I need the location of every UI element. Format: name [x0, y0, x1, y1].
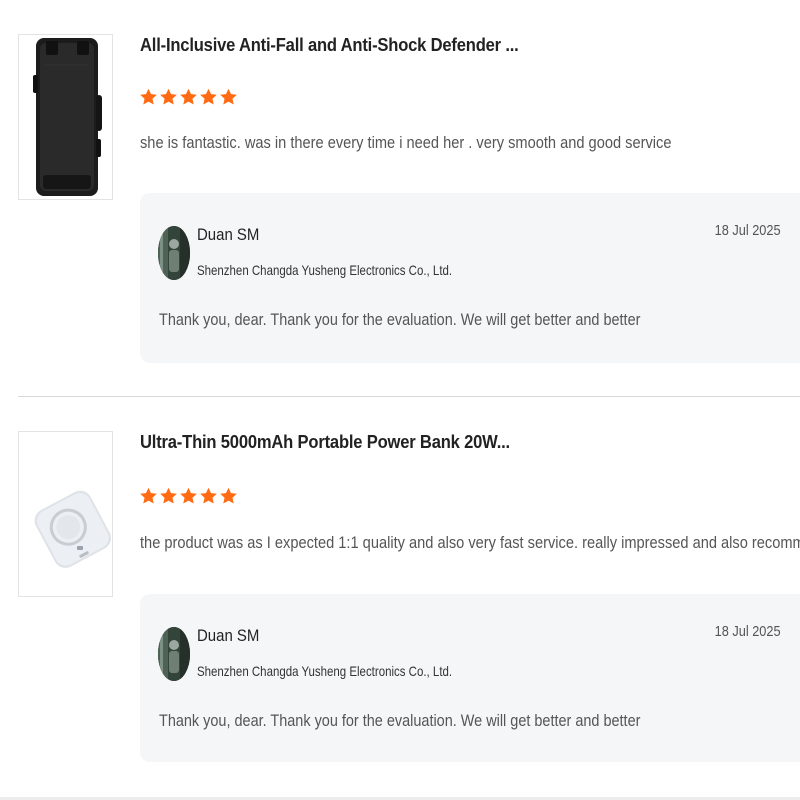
- star-icon: [180, 88, 197, 105]
- review-divider: [18, 396, 800, 397]
- power-bank-image: [19, 432, 112, 596]
- review-comment: she is fantastic. was in there every tim…: [140, 133, 672, 152]
- product-thumbnail[interactable]: [18, 34, 113, 200]
- review-comment: the product was as I expected 1:1 qualit…: [140, 533, 800, 552]
- seller-company: Shenzhen Changda Yusheng Electronics Co.…: [197, 262, 453, 278]
- star-icon: [220, 88, 237, 105]
- seller-name: Duan SM: [197, 225, 260, 244]
- review-card: All-Inclusive Anti-Fall and Anti-Shock D…: [0, 0, 800, 397]
- seller-reply: Duan SM Shenzhen Changda Yusheng Electro…: [140, 594, 800, 762]
- seller-company: Shenzhen Changda Yusheng Electronics Co.…: [197, 663, 453, 679]
- seller-avatar-image: [158, 226, 190, 280]
- reply-date: 18 Jul 2025: [715, 623, 781, 640]
- star-rating: [139, 485, 238, 511]
- seller-name: Duan SM: [197, 626, 260, 645]
- reply-date: 18 Jul 2025: [715, 222, 781, 239]
- review-card: Ultra-Thin 5000mAh Portable Power Bank 2…: [0, 398, 800, 798]
- seller-reply: Duan SM Shenzhen Changda Yusheng Electro…: [140, 193, 800, 363]
- star-icon: [180, 487, 197, 504]
- phone-case-image: [19, 35, 112, 199]
- product-title[interactable]: Ultra-Thin 5000mAh Portable Power Bank 2…: [140, 432, 655, 453]
- star-icon: [220, 487, 237, 504]
- star-icon: [140, 487, 157, 504]
- star-icon: [200, 487, 217, 504]
- star-rating: [139, 86, 238, 112]
- reply-text: Thank you, dear. Thank you for the evalu…: [159, 310, 641, 329]
- product-thumbnail[interactable]: [18, 431, 113, 597]
- star-icon: [140, 88, 157, 105]
- avatar: [158, 226, 190, 280]
- star-icon: [200, 88, 217, 105]
- reply-text: Thank you, dear. Thank you for the evalu…: [159, 711, 641, 730]
- product-title[interactable]: All-Inclusive Anti-Fall and Anti-Shock D…: [140, 35, 655, 56]
- star-icon: [160, 487, 177, 504]
- seller-avatar-image: [158, 627, 190, 681]
- avatar: [158, 627, 190, 681]
- star-icon: [160, 88, 177, 105]
